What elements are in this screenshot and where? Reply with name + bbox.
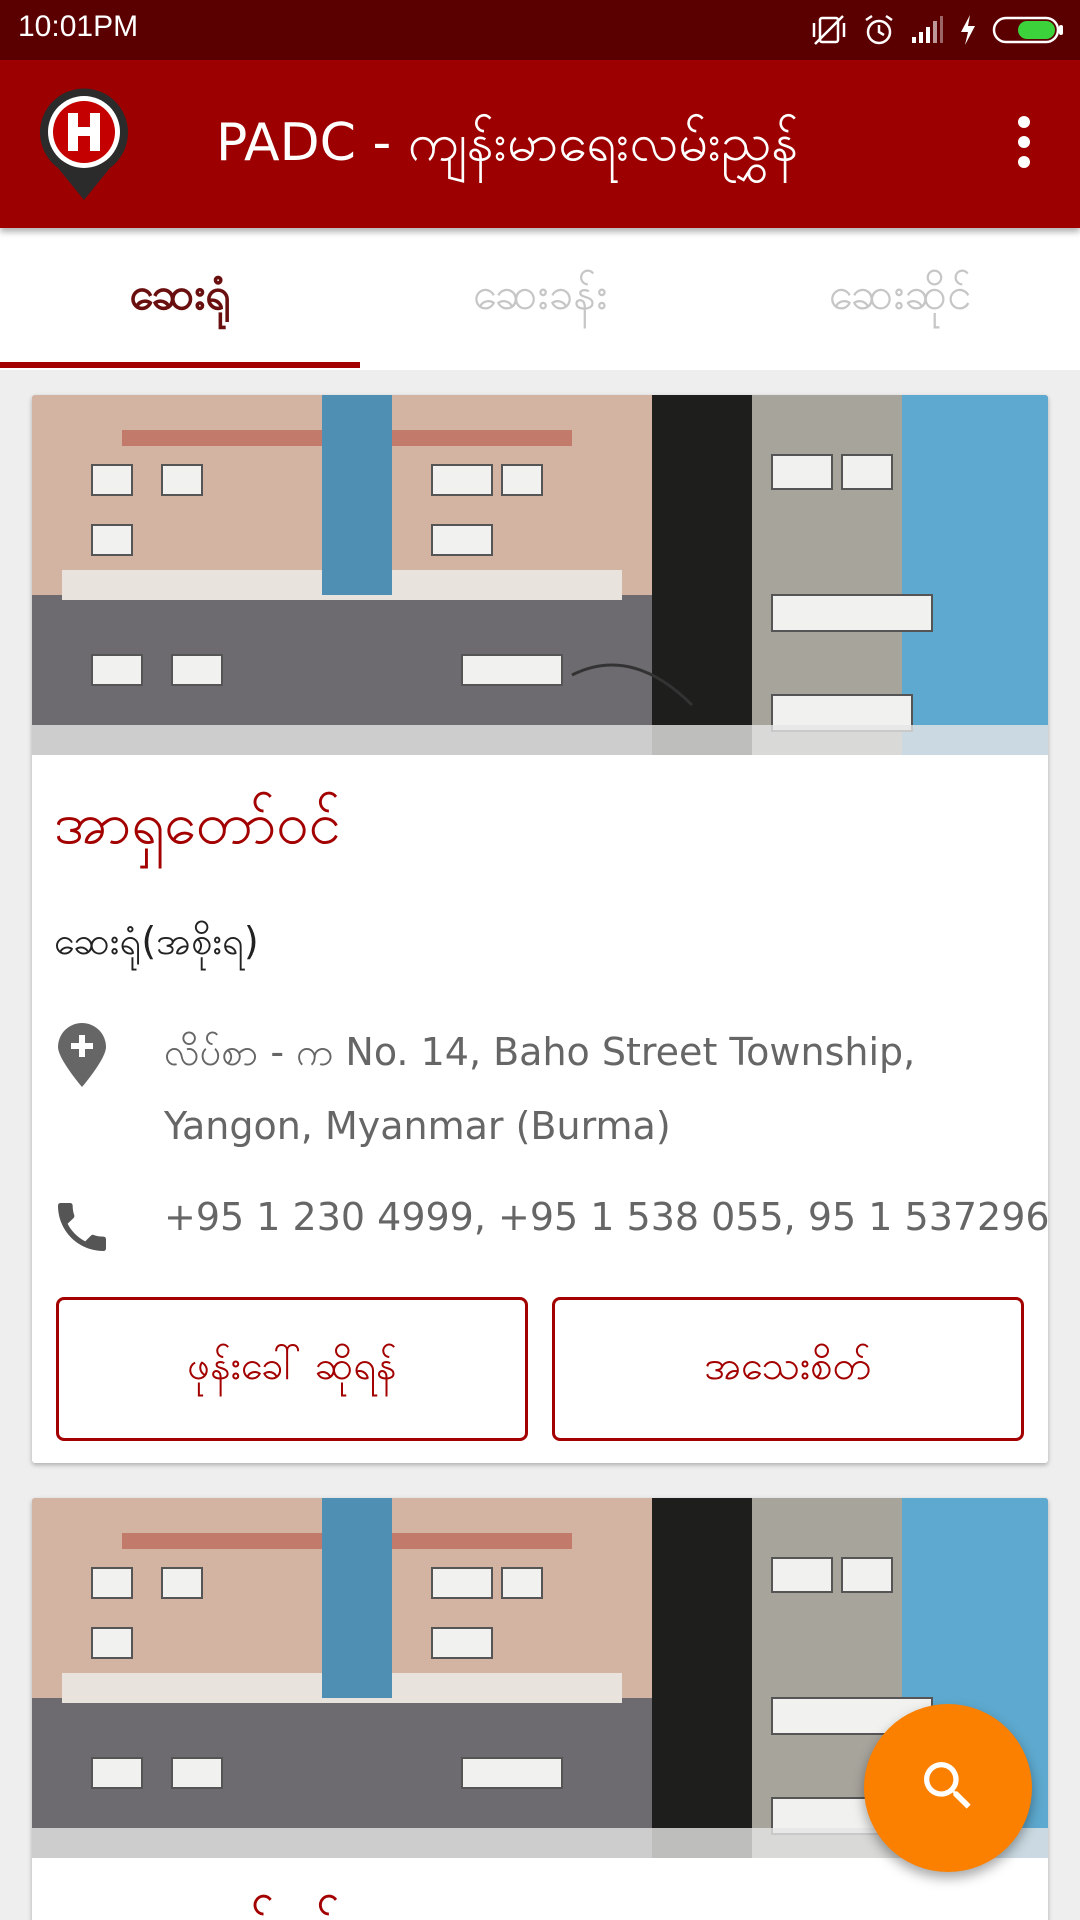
tab-pharmacy[interactable]: ဆေးဆိုင် — [720, 228, 1080, 370]
status-icons — [810, 10, 1066, 50]
details-button[interactable]: အသေးစိတ် — [552, 1297, 1024, 1441]
location-pin-icon — [54, 1023, 110, 1089]
app-bar: PADC - ကျန်းမာရေးလမ်းညွှန် — [0, 60, 1080, 228]
hospital-name: အာရှတော်ဝင် — [54, 789, 341, 857]
more-vert-icon[interactable] — [992, 110, 1056, 174]
hospital-pin-logo — [38, 86, 130, 202]
battery-icon — [992, 15, 1066, 45]
alarm-icon — [862, 13, 896, 47]
search-icon — [916, 1754, 980, 1822]
hospital-phone[interactable]: +95 1 230 4999, +95 1 538 055, 95 1 5372… — [164, 1195, 1048, 1239]
hospital-card[interactable]: အာရှတော်ဝင် — [32, 1498, 1048, 1920]
search-fab[interactable] — [864, 1704, 1032, 1872]
tab-hospital[interactable]: ဆေးရုံ — [0, 228, 360, 370]
status-time: 10:01PM — [18, 10, 139, 43]
tab-clinic[interactable]: ဆေးခန်း — [360, 228, 720, 370]
hospital-type: ဆေးရုံ(အစိုးရ) — [54, 919, 259, 963]
hospital-address: လိပ်စာ - က No. 14, Baho Street Township,… — [164, 1030, 916, 1148]
hospital-photo — [32, 395, 1048, 755]
hospital-card[interactable]: အာရှတော်ဝင် ဆေးရုံ(အစိုးရ) လိပ်စာ - က No… — [32, 395, 1048, 1463]
vibrate-off-icon — [810, 13, 848, 47]
status-bar: 10:01PM — [0, 0, 1080, 60]
call-button[interactable]: ဖုန်းခေါ် ဆိုရန် — [56, 1297, 528, 1441]
signal-icon — [910, 15, 944, 45]
charging-icon — [958, 14, 978, 46]
phone-icon — [50, 1195, 114, 1259]
hospital-name: အာရှတော်ဝင် — [54, 1890, 341, 1920]
app-title: PADC - ကျန်းမာရေးလမ်းညွှန် — [216, 113, 799, 173]
tab-indicator — [0, 362, 360, 368]
tab-bar: ဆေးရုံ ဆေးခန်း ဆေးဆိုင် — [0, 228, 1080, 370]
